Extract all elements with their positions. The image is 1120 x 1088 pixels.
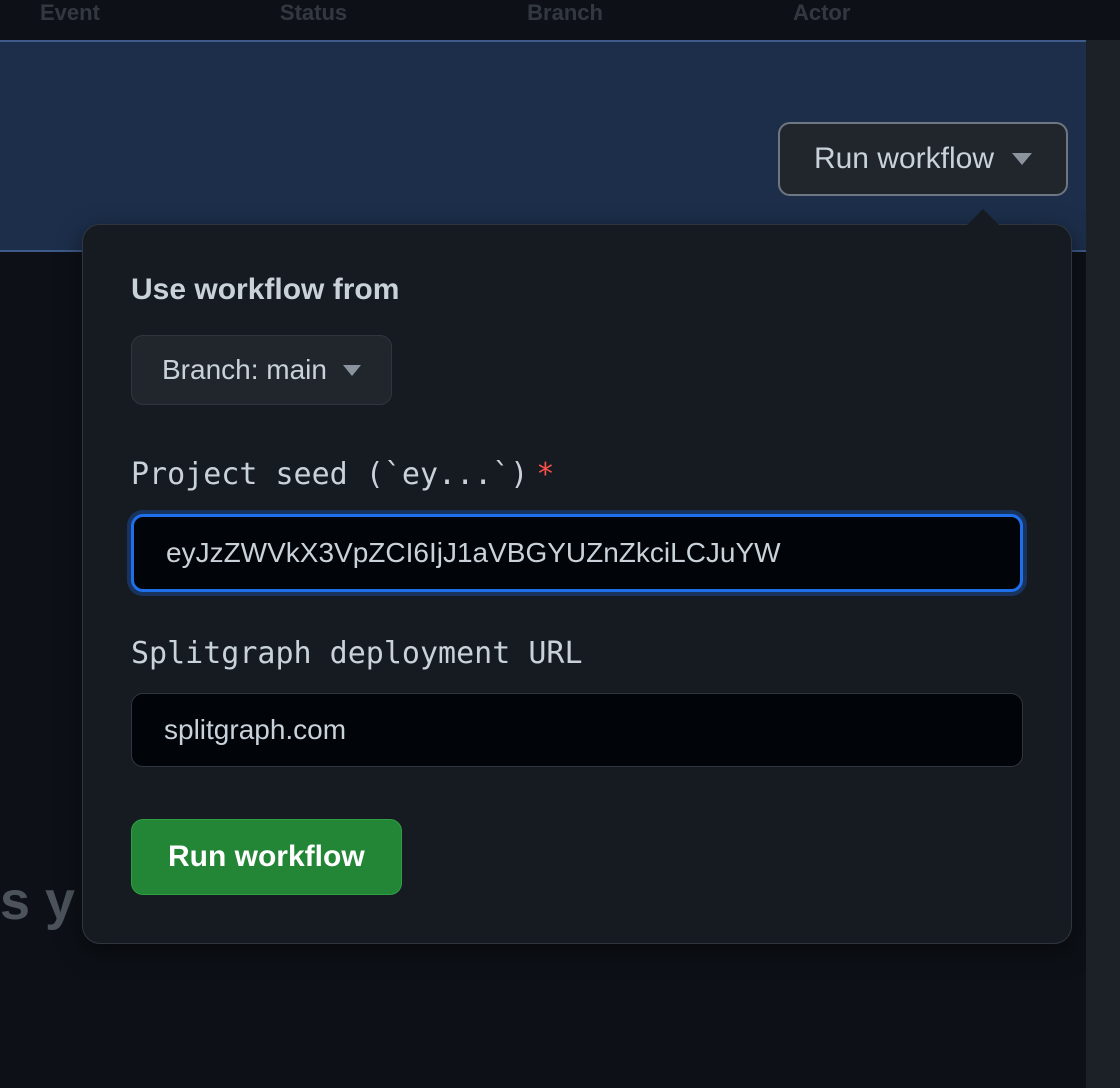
required-asterisk: * bbox=[536, 457, 554, 492]
filter-header-row: Event Status Branch Actor bbox=[0, 0, 1120, 40]
filter-col-event[interactable]: Event bbox=[40, 0, 100, 40]
background-text: s y bbox=[0, 870, 75, 932]
branch-selector-button[interactable]: Branch: main bbox=[131, 335, 392, 405]
use-workflow-from-label: Use workflow from bbox=[131, 273, 1023, 307]
caret-down-icon bbox=[343, 365, 361, 376]
branch-selector-text: Branch: main bbox=[162, 354, 327, 386]
caret-down-icon bbox=[1012, 153, 1032, 165]
filter-col-branch[interactable]: Branch bbox=[527, 0, 603, 40]
run-workflow-popover: Use workflow from Branch: main Project s… bbox=[82, 224, 1072, 944]
run-workflow-submit-button[interactable]: Run workflow bbox=[131, 819, 402, 895]
workflow-dispatch-banner: Run workflow bbox=[0, 40, 1120, 252]
project-seed-label: Project seed (`ey...`)* bbox=[131, 457, 1023, 492]
deployment-url-label: Splitgraph deployment URL bbox=[131, 636, 1023, 671]
scrollbar-track[interactable] bbox=[1086, 40, 1120, 1088]
run-workflow-trigger-label: Run workflow bbox=[814, 142, 994, 176]
filter-col-status[interactable]: Status bbox=[280, 0, 347, 40]
project-seed-input[interactable] bbox=[131, 514, 1023, 592]
filter-col-actor[interactable]: Actor bbox=[793, 0, 850, 40]
deployment-url-input[interactable] bbox=[131, 693, 1023, 767]
run-workflow-dropdown-trigger[interactable]: Run workflow bbox=[778, 122, 1068, 196]
